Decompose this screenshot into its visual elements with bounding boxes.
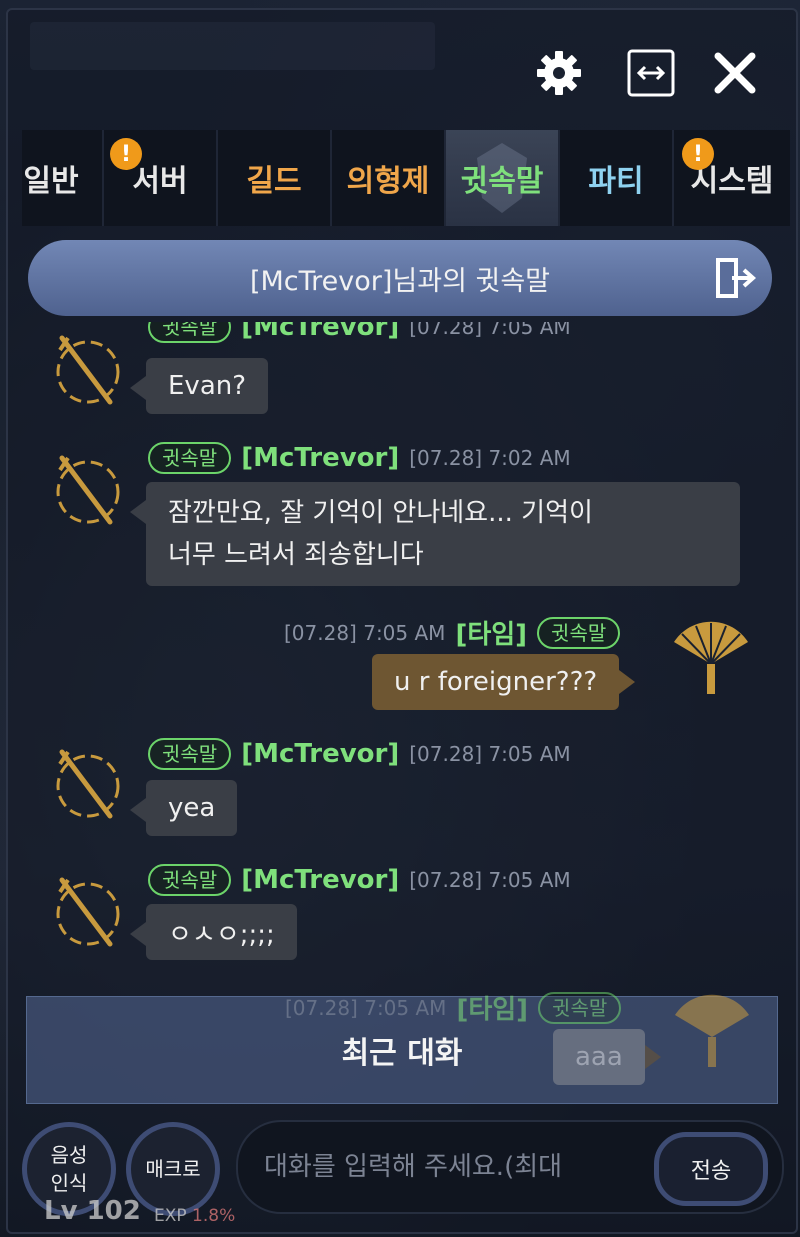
whisper-tag: 귓속말 [148,442,232,474]
message-header: 귓속말 [McTrevor] [07.28] 7:05 AM [148,322,571,346]
voice-label-line2: 인식 [50,1171,88,1195]
sword-avatar-icon [48,330,128,414]
sender-name: [타임] [455,620,528,650]
exp-value: 1.8% [192,1206,236,1226]
macro-label: 매크로 [145,1157,201,1181]
whisper-tag: 귓속말 [148,864,232,896]
timestamp: [07.28] 7:05 AM [409,868,571,892]
input-bar: 음성 인식 매크로 전송 Lv 102 EXP 1.8% [0,1108,800,1237]
message-header: 귓속말 [McTrevor] [07.28] 7:05 AM [148,738,571,770]
tab-label: 일반 [23,164,79,199]
expand-button[interactable] [624,46,678,100]
chat-input[interactable] [262,1140,636,1194]
whisper-header: [McTrevor]님과의 귓속말 [28,240,772,316]
tab-server[interactable]: ! 서버 [104,130,218,226]
exp-label: EXP [154,1206,187,1226]
player-exp: EXP 1.8% [154,1206,235,1226]
expand-horizontal-icon [627,49,675,97]
tab-label: 길드 [246,164,302,199]
message-bubble[interactable]: Evan? [129,358,269,414]
send-button[interactable]: 전송 [654,1132,768,1206]
message-header: 귓속말 [McTrevor] [07.28] 7:02 AM [148,442,571,474]
timestamp: [07.28] 7:05 AM [284,620,446,645]
message-bubble[interactable]: yea [129,780,238,836]
tab-general[interactable]: 일반 [22,130,104,226]
message-bubble[interactable]: u r foreigner??? [372,654,636,710]
gear-icon [537,51,581,95]
tab-label: 의형제 [346,164,430,199]
settings-button[interactable] [532,46,586,100]
timestamp: [07.28] 7:02 AM [409,446,571,470]
message-text: 너무 느려서 죄송합니다 [168,540,424,570]
voice-label-line1: 음성 [50,1143,88,1167]
leave-whisper-button[interactable] [712,254,758,309]
whisper-tag: 귓속말 [537,616,621,649]
fan-avatar-icon [668,620,754,704]
chat-log[interactable]: 귓속말 [McTrevor] [07.28] 7:05 AM Evan? 귓속말… [0,320,800,1000]
sword-avatar-icon [48,450,128,534]
sender-name[interactable]: [McTrevor] [241,443,399,473]
tab-label: 서버 [132,164,188,199]
close-button[interactable] [708,46,762,100]
tab-whisper[interactable]: 귓속말 [446,130,560,226]
tab-system[interactable]: ! 시스템 [674,130,790,226]
message-text: 잠깐만요, 잘 기억이 안나네요... 기억이 [168,498,593,528]
chat-input-container: 전송 [236,1120,784,1214]
message-bubble[interactable]: ㅇㅅㅇ;;;; [130,904,297,960]
timestamp: [07.28] 7:05 AM [409,742,571,766]
tab-guild[interactable]: 길드 [218,130,332,226]
timestamp: [07.28] 7:05 AM [409,322,571,339]
chat-tab-bar: 일반 ! 서버 길드 의형제 귓속말 파티 ! 시스템 [22,130,790,226]
tab-label: 귓속말 [460,164,544,199]
tab-label: 파티 [588,164,644,199]
recent-conversations-label: 최근 대화 [341,1036,463,1071]
close-icon [714,52,756,94]
alert-badge: ! [110,138,142,170]
player-level: Lv 102 [44,1196,141,1226]
whisper-tag: 귓속말 [148,738,232,770]
alert-badge: ! [682,138,714,170]
message-text: ㅇㅅㅇ;;;; [168,919,275,950]
message-text: u r foreigner??? [394,667,598,697]
sender-name[interactable]: [McTrevor] [241,322,399,342]
sword-avatar-icon [48,872,128,956]
whisper-title: [McTrevor]님과의 귓속말 [249,265,551,297]
tab-brotherhood[interactable]: 의형제 [332,130,446,226]
sender-name[interactable]: [McTrevor] [241,865,399,895]
message-text: Evan? [168,371,247,401]
exit-door-icon [716,258,757,298]
sender-name[interactable]: [McTrevor] [241,739,399,769]
message-header: [07.28] 7:05 AM [타임] 귓속말 [284,614,621,651]
message-header: 귓속말 [McTrevor] [07.28] 7:05 AM [148,864,571,896]
message-text: yea [168,793,216,823]
message-bubble[interactable]: 잠깐만요, 잘 기억이 안나네요... 기억이 너무 느려서 죄송합니다 [130,482,740,586]
tab-party[interactable]: 파티 [560,130,674,226]
recent-conversations-bar[interactable]: [07.28] 7:05 AM [타임] 귓속말 aaa 최근 대화 [26,991,778,1104]
send-label: 전송 [690,1159,732,1184]
whisper-tag: 귓속말 [148,322,232,343]
sword-avatar-icon [48,744,128,828]
background-quest-banner [30,22,435,70]
